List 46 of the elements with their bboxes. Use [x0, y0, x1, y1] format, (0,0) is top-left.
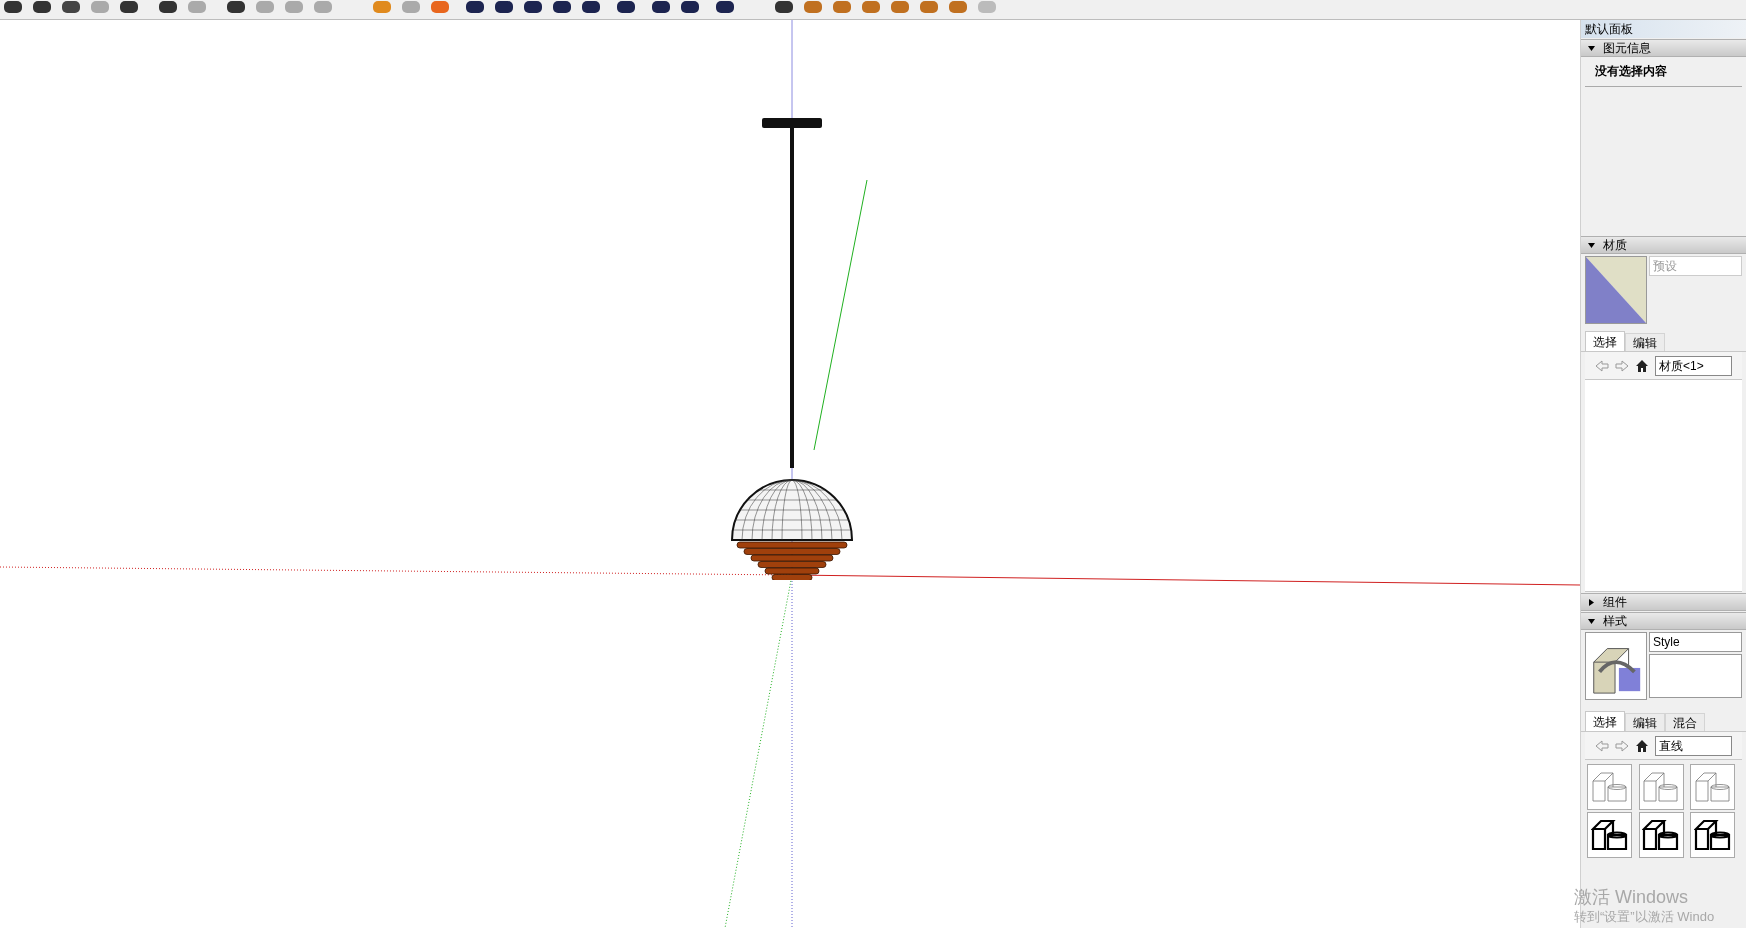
- section-title: 图元信息: [1603, 40, 1651, 57]
- section-header[interactable]: 材质: [1581, 236, 1746, 254]
- activation-hint: 转到“设置”以激活 Windo: [1574, 908, 1715, 926]
- style-thumbnail[interactable]: [1638, 764, 1684, 810]
- home-icon[interactable]: [1635, 358, 1649, 373]
- back-arrow-icon[interactable]: [1595, 739, 1609, 752]
- tab[interactable]: 编辑: [1625, 713, 1665, 731]
- style-thumbnail[interactable]: [1690, 764, 1736, 810]
- style-description-field[interactable]: [1649, 654, 1742, 698]
- section-title: 材质: [1603, 237, 1627, 254]
- expanded-triangle-icon: [1588, 44, 1595, 52]
- collection-field[interactable]: 直线: [1655, 735, 1732, 756]
- tab[interactable]: 混合: [1665, 713, 1705, 731]
- section-header[interactable]: 组件: [1581, 593, 1746, 611]
- home-icon[interactable]: [1635, 738, 1649, 753]
- collapsed-triangle-icon: [1588, 598, 1595, 606]
- style-thumbnail[interactable]: [1690, 812, 1736, 858]
- material-name-field[interactable]: 预设: [1649, 256, 1742, 276]
- style-name-field[interactable]: Style: [1649, 632, 1742, 652]
- box-and-cylinder-icon: [1590, 769, 1629, 805]
- box-and-cylinder-icon: [1642, 817, 1681, 853]
- section-header[interactable]: 样式: [1581, 612, 1746, 630]
- style-thumbnail[interactable]: [1587, 812, 1632, 858]
- section-title: 组件: [1603, 594, 1627, 611]
- activation-title: 激活 Windows: [1574, 886, 1690, 908]
- section-header[interactable]: 图元信息: [1581, 39, 1746, 57]
- section-title: 样式: [1603, 613, 1627, 630]
- expanded-triangle-icon: [1588, 617, 1595, 625]
- expanded-triangle-icon: [1588, 241, 1595, 249]
- collection-field[interactable]: 材质<1>: [1655, 355, 1732, 376]
- style-preview-drawing[interactable]: [1585, 632, 1647, 700]
- material-swatch[interactable]: [1585, 256, 1647, 324]
- box-and-cylinder-icon: [1693, 817, 1732, 853]
- back-arrow-icon[interactable]: [1595, 359, 1609, 372]
- style-thumbnail[interactable]: [1638, 812, 1684, 858]
- style-thumbnail[interactable]: [1587, 764, 1632, 810]
- box-and-cylinder-icon: [1693, 769, 1732, 805]
- panel-title: 默认面板: [1581, 20, 1746, 38]
- selection-status: 没有选择内容: [1585, 57, 1742, 87]
- tab[interactable]: 选择: [1585, 331, 1625, 351]
- tab[interactable]: 选择: [1585, 711, 1625, 731]
- forward-arrow-icon[interactable]: [1615, 739, 1629, 752]
- tab[interactable]: 编辑: [1625, 333, 1665, 351]
- forward-arrow-icon[interactable]: [1615, 359, 1629, 372]
- box-and-cylinder-icon: [1642, 769, 1681, 805]
- box-and-cylinder-icon: [1590, 817, 1629, 853]
